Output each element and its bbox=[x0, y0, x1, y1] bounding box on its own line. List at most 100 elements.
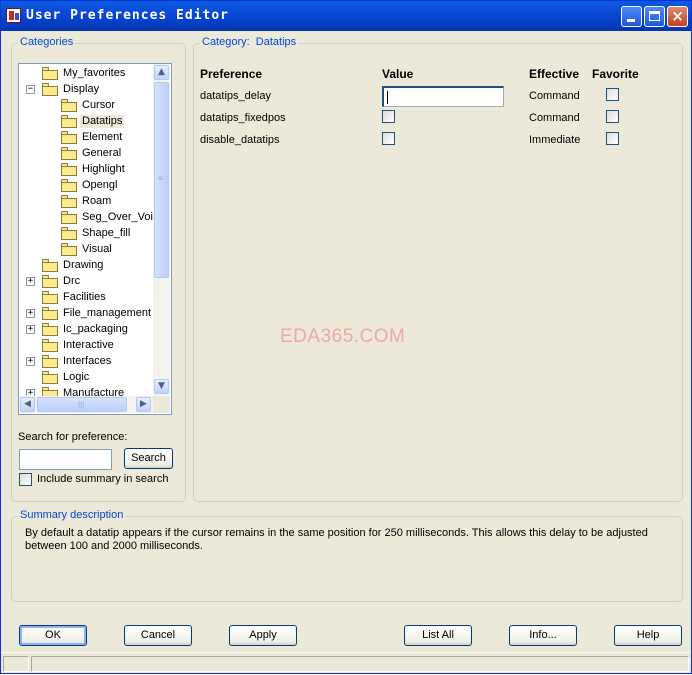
folder-icon bbox=[42, 67, 58, 80]
preference-name: datatips_fixedpos bbox=[200, 112, 286, 124]
grip-icon: ||| bbox=[78, 400, 85, 409]
preferences-window: User Preferences Editor × Categories My_… bbox=[0, 0, 692, 674]
tree-item-label: Interactive bbox=[63, 339, 114, 351]
tree-item-label: Roam bbox=[82, 195, 112, 207]
scroll-right-icon[interactable]: ▶ bbox=[136, 397, 151, 412]
tree-horizontal-scrollbar[interactable]: ◀ ||| ▶ bbox=[19, 396, 153, 413]
maximize-button[interactable] bbox=[644, 6, 665, 27]
scroll-down-icon[interactable]: ▼ bbox=[154, 379, 169, 394]
tree-item-label: Shape_fill bbox=[82, 227, 131, 239]
folder-icon bbox=[61, 195, 77, 208]
minimize-icon bbox=[627, 19, 635, 22]
category-tree-items: My_favorites − Display Cursor Datatips Elemen… bbox=[19, 64, 153, 396]
tree-item-label: Visual bbox=[82, 243, 112, 255]
scroll-left-icon[interactable]: ◀ bbox=[20, 397, 35, 412]
tree-item-label: My_favorites bbox=[63, 67, 126, 79]
folder-icon bbox=[42, 275, 58, 288]
folder-icon bbox=[61, 179, 77, 192]
include-summary-checkbox[interactable] bbox=[19, 473, 32, 486]
search-button[interactable]: Search bbox=[124, 448, 173, 469]
window-title: User Preferences Editor bbox=[26, 8, 230, 23]
datatips-fixedpos-checkbox[interactable] bbox=[382, 110, 395, 123]
app-icon[interactable] bbox=[6, 8, 21, 23]
tree-vertical-scrollbar[interactable]: ▲ ≡ ▼ bbox=[153, 64, 170, 396]
categories-legend: Categories bbox=[18, 36, 76, 48]
grip-icon: ≡ bbox=[158, 174, 163, 183]
tree-item-label: Element bbox=[82, 131, 123, 143]
help-button[interactable]: Help bbox=[614, 625, 682, 646]
vertical-scroll-thumb[interactable]: ≡ bbox=[154, 82, 169, 278]
info-button[interactable]: Info... bbox=[509, 625, 577, 646]
status-bar bbox=[1, 652, 691, 675]
folder-icon bbox=[42, 371, 58, 384]
folder-icon bbox=[61, 211, 77, 224]
folder-icon bbox=[61, 163, 77, 176]
folder-icon bbox=[61, 131, 77, 144]
horizontal-scroll-thumb[interactable]: ||| bbox=[37, 397, 127, 412]
category-panel-legend: Category: Datatips bbox=[200, 36, 299, 48]
text-caret bbox=[387, 91, 388, 104]
effective-value: Immediate bbox=[529, 134, 581, 146]
tree-item-label: Interfaces bbox=[63, 355, 112, 367]
tree-item-label: Display bbox=[63, 83, 100, 95]
cancel-button[interactable]: Cancel bbox=[124, 625, 192, 646]
scroll-corner bbox=[153, 396, 170, 413]
apply-button[interactable]: Apply bbox=[229, 625, 297, 646]
summary-text-line-1: By default a datatip appears if the curs… bbox=[25, 527, 648, 539]
minimize-button[interactable] bbox=[621, 6, 642, 27]
expand-icon[interactable]: + bbox=[26, 389, 35, 396]
datatips-delay-input[interactable] bbox=[382, 86, 504, 107]
summary-legend: Summary description bbox=[18, 509, 126, 521]
tree-item-label: Cursor bbox=[82, 99, 116, 111]
search-input[interactable] bbox=[19, 449, 112, 470]
folder-icon bbox=[42, 307, 58, 320]
tree-item-label: Drc bbox=[63, 275, 81, 287]
tree-item-label: Opengl bbox=[82, 179, 118, 191]
collapse-icon[interactable]: − bbox=[26, 85, 35, 94]
tree-item-label: Facilities bbox=[63, 291, 106, 303]
header-preference: Preference bbox=[200, 67, 263, 81]
expand-icon[interactable]: + bbox=[26, 309, 35, 318]
list-all-button[interactable]: List All bbox=[404, 625, 472, 646]
effective-value: Command bbox=[529, 90, 580, 102]
title-bar[interactable]: User Preferences Editor × bbox=[1, 1, 691, 31]
tree-item-label: Logic bbox=[63, 371, 90, 383]
folder-icon bbox=[61, 147, 77, 160]
expand-icon[interactable]: + bbox=[26, 357, 35, 366]
folder-icon bbox=[42, 387, 58, 396]
ok-button[interactable]: OK bbox=[19, 625, 87, 646]
status-pane bbox=[3, 656, 29, 672]
scroll-up-icon[interactable]: ▲ bbox=[154, 65, 169, 80]
header-effective: Effective bbox=[529, 67, 580, 81]
watermark-text: EDA365.COM bbox=[280, 326, 406, 347]
preference-name: disable_datatips bbox=[200, 134, 280, 146]
tree-item-label: Drawing bbox=[63, 259, 104, 271]
header-value: Value bbox=[382, 67, 414, 81]
folder-icon bbox=[61, 227, 77, 240]
favorite-checkbox[interactable] bbox=[606, 88, 619, 101]
expand-icon[interactable]: + bbox=[26, 277, 35, 286]
expand-icon[interactable]: + bbox=[26, 325, 35, 334]
favorite-checkbox[interactable] bbox=[606, 110, 619, 123]
tree-item-label: File_management bbox=[63, 307, 152, 319]
category-tree[interactable]: My_favorites − Display Cursor Datatips Elemen… bbox=[18, 63, 172, 415]
maximize-icon bbox=[649, 11, 660, 21]
folder-icon bbox=[42, 323, 58, 336]
close-icon: × bbox=[671, 7, 684, 25]
tree-item-label: Manufacture bbox=[63, 387, 125, 396]
folder-icon bbox=[61, 115, 77, 128]
favorite-checkbox[interactable] bbox=[606, 132, 619, 145]
tree-item-label: Datatips bbox=[80, 115, 125, 128]
tree-item-label: Seg_Over_Voi bbox=[82, 211, 153, 223]
folder-icon bbox=[61, 99, 77, 112]
summary-text-line-2: between 100 and 2000 milliseconds. bbox=[25, 540, 203, 552]
search-label: Search for preference: bbox=[18, 431, 128, 443]
folder-icon bbox=[42, 291, 58, 304]
folder-icon bbox=[61, 243, 77, 256]
status-pane bbox=[31, 656, 689, 672]
folder-icon bbox=[42, 339, 58, 352]
disable-datatips-checkbox[interactable] bbox=[382, 132, 395, 145]
close-button[interactable]: × bbox=[667, 6, 688, 27]
folder-icon bbox=[42, 83, 58, 96]
header-favorite: Favorite bbox=[592, 67, 639, 81]
